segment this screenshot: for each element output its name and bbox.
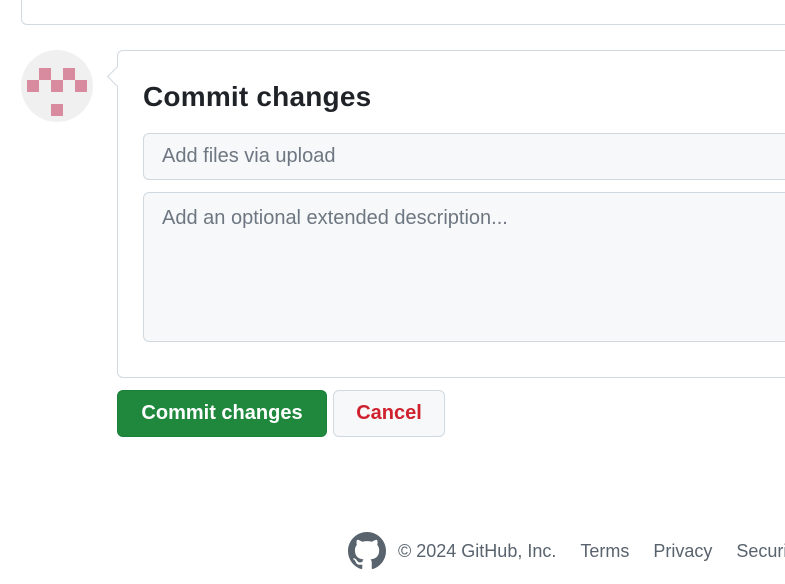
- commit-description-textarea[interactable]: [143, 192, 785, 342]
- footer: © 2024 GitHub, Inc. Terms Privacy Securi…: [348, 532, 785, 570]
- identicon-icon: [27, 68, 87, 116]
- github-mark-icon[interactable]: [348, 532, 386, 570]
- commit-form-title: Commit changes: [143, 81, 372, 112]
- commit-form-box: Commit changes: [106, 50, 785, 378]
- previous-panel: [21, 0, 785, 25]
- speech-caret: [106, 65, 129, 88]
- footer-link-terms[interactable]: Terms: [580, 541, 629, 562]
- footer-link-security[interactable]: Security: [736, 541, 785, 562]
- commit-changes-button[interactable]: Commit changes: [117, 390, 327, 437]
- cancel-button[interactable]: Cancel: [333, 390, 445, 437]
- commit-summary-input[interactable]: [143, 133, 785, 180]
- page: Commit changes Commit changes Cancel © 2…: [0, 0, 785, 584]
- footer-copyright: © 2024 GitHub, Inc.: [398, 540, 557, 561]
- avatar[interactable]: [21, 50, 93, 122]
- footer-link-privacy[interactable]: Privacy: [653, 541, 712, 562]
